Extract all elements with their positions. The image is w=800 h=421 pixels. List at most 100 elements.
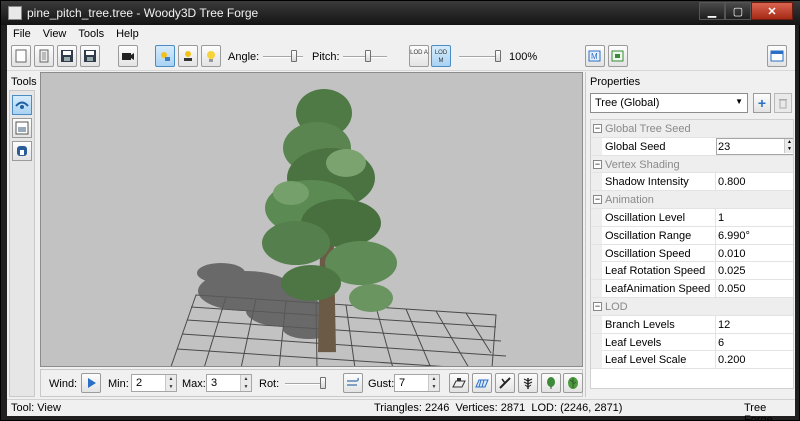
spot-light-icon (184, 51, 192, 61)
branch-tool-button[interactable] (495, 373, 515, 393)
light-mode-1-button[interactable] (155, 45, 175, 67)
status-bar: Tool: View Triangles: 2246 Vertices: 287… (7, 399, 795, 421)
collapse-icon[interactable]: − (593, 159, 602, 169)
prop-value[interactable]: 0.025 (718, 265, 746, 277)
pitch-slider-thumb[interactable] (365, 50, 371, 62)
prop-row-oscillation-level[interactable]: Oscillation Level 1 (591, 209, 793, 227)
open-file-button[interactable] (34, 45, 54, 67)
save-icon (61, 50, 73, 62)
view-tool-button[interactable] (12, 95, 32, 115)
wind-min-spinbox[interactable]: 2 ▲ ▼ (131, 374, 177, 392)
menu-view[interactable]: View (37, 25, 73, 43)
prop-value[interactable]: 0.050 (718, 283, 746, 295)
wind-max-value: 3 (211, 377, 218, 389)
show-grid-button[interactable] (472, 373, 492, 393)
show-ground-button[interactable] (449, 373, 469, 393)
prop-value[interactable]: 1 (718, 212, 724, 224)
prop-row-leaf-levels[interactable]: Leaf Levels 6 (591, 333, 793, 352)
layout-tool-button[interactable] (12, 118, 32, 138)
wind-max-label: Max: (182, 378, 206, 390)
save-as-button[interactable] (80, 45, 100, 67)
prop-row-leaf-rotation-speed[interactable]: Leaf Rotation Speed 0.025 (591, 262, 793, 281)
prop-row-global-seed[interactable]: Global Seed 23 ▲ ▼ (591, 137, 793, 156)
prop-value[interactable]: 0.010 (718, 248, 746, 260)
lod-slider[interactable] (459, 56, 499, 58)
menu-tools[interactable]: Tools (72, 25, 110, 43)
window-layout-button[interactable] (767, 45, 787, 67)
wind-label: Wind: (49, 378, 78, 390)
angle-slider[interactable] (263, 56, 303, 58)
prop-value[interactable]: 12 (718, 319, 730, 331)
status-app-name: Tree Forge (744, 402, 773, 421)
delete-object-button[interactable] (774, 93, 792, 113)
collapse-icon[interactable]: − (593, 302, 602, 311)
tools-list (9, 90, 35, 397)
category-global-tree-seed[interactable]: − Global Tree Seed (591, 120, 793, 138)
category-lod[interactable]: − LOD (591, 298, 793, 316)
prop-row-oscillation-speed[interactable]: Oscillation Speed 0.010 (591, 244, 793, 263)
global-seed-spin-arrows[interactable]: ▲ ▼ (784, 138, 793, 153)
wind-play-button[interactable] (81, 373, 101, 393)
leaf-tool-button[interactable] (541, 373, 561, 393)
lod-a-button[interactable]: LOD A (409, 45, 429, 67)
menu-help[interactable]: Help (110, 25, 145, 43)
category-animation[interactable]: − Animation (591, 191, 793, 209)
angle-slider-thumb[interactable] (291, 50, 297, 62)
angle-label: Angle: (228, 51, 260, 63)
light-bulb-button[interactable] (201, 45, 221, 67)
title-bar[interactable]: pine_pitch_tree.tree - Woody3D Tree Forg… (1, 1, 800, 25)
object-selector[interactable]: Tree (Global) ▼ (590, 93, 748, 113)
property-grid: − Global Tree Seed Global Seed 23 ▲ ▼ − V… (590, 119, 794, 389)
wind-min-spin-arrows[interactable]: ▲ ▼ (165, 375, 176, 391)
properties-panel: Properties Tree (Global) ▼ + − Global Tr… (585, 72, 795, 397)
export-model-button[interactable]: M (585, 45, 605, 67)
render-camera-button[interactable] (118, 45, 138, 67)
gust-spin-arrows[interactable]: ▲ ▼ (428, 375, 439, 391)
prop-value[interactable]: 23 (718, 141, 730, 153)
prop-row-oscillation-range[interactable]: Oscillation Range 6.990° (591, 226, 793, 245)
close-button[interactable]: ✕ (751, 2, 793, 20)
wind-rot-slider[interactable] (285, 383, 325, 385)
maximize-button[interactable]: ▢ (725, 2, 751, 20)
gust-spinbox[interactable]: 7 ▲ ▼ (394, 374, 440, 392)
wind-max-spin-arrows[interactable]: ▲ ▼ (240, 375, 251, 391)
svg-text:M: M (591, 52, 598, 61)
light-mode-2-button[interactable] (178, 45, 198, 67)
prop-value[interactable]: 0.200 (718, 354, 746, 366)
leaf-texture-button[interactable] (563, 373, 583, 393)
menu-file[interactable]: File (7, 25, 37, 43)
minimize-button[interactable]: ▁ (699, 2, 725, 20)
new-file-button[interactable] (11, 45, 31, 67)
lod-m-button[interactable]: LOD M (431, 45, 451, 67)
sun-light-icon (161, 52, 170, 61)
window-layout-icon (770, 50, 784, 62)
shape-tool-button[interactable] (12, 141, 32, 161)
main-toolbar: Angle: Pitch: LOD A LOD M 100% M (7, 43, 795, 71)
prop-row-branch-levels[interactable]: Branch Levels 12 (591, 315, 793, 334)
window-title: pine_pitch_tree.tree - Woody3D Tree Forg… (27, 6, 259, 20)
wind-direction-button[interactable] (343, 373, 363, 393)
wind-min-value: 2 (136, 377, 143, 389)
category-vertex-shading[interactable]: − Vertex Shading (591, 155, 793, 174)
video-camera-icon (122, 53, 134, 60)
add-object-button[interactable]: + (753, 93, 771, 113)
wind-rot-slider-thumb[interactable] (320, 377, 326, 389)
prop-value[interactable]: 6.990° (718, 230, 750, 242)
save-button[interactable] (57, 45, 77, 67)
branch-icon (499, 377, 511, 389)
lod-slider-thumb[interactable] (495, 50, 501, 62)
export-image-button[interactable] (608, 45, 628, 67)
wind-max-spinbox[interactable]: 3 ▲ ▼ (206, 374, 252, 392)
prop-row-leaf-animation-speed[interactable]: LeafAnimation Speed 0.050 (591, 280, 793, 298)
shape-tool-icon (17, 146, 27, 156)
tree-foliage (262, 89, 397, 312)
prop-value[interactable]: 6 (718, 337, 724, 349)
prop-value[interactable]: 0.800 (718, 176, 746, 188)
collapse-icon[interactable]: − (593, 195, 602, 205)
lod-percent: 100% (509, 51, 538, 63)
3d-viewport[interactable] (40, 72, 583, 367)
prop-row-leaf-level-scale[interactable]: Leaf Level Scale 0.200 (591, 351, 793, 370)
prop-row-shadow-intensity[interactable]: Shadow Intensity 0.800 (591, 173, 793, 192)
collapse-icon[interactable]: − (593, 124, 602, 133)
frond-tool-button[interactable] (518, 373, 538, 393)
